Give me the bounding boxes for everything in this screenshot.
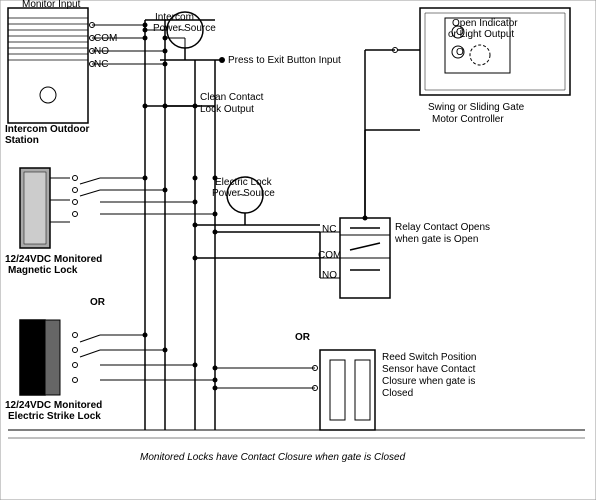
press-to-exit-label: Press to Exit Button Input (228, 55, 341, 66)
magnetic-lock-label: 12/24VDC Monitored (5, 254, 102, 265)
svg-text:Closure when gate is: Closure when gate is (382, 376, 475, 387)
svg-text:Station: Station (5, 135, 39, 146)
svg-text:Power Source: Power Source (212, 188, 275, 199)
svg-text:Electric Strike Lock: Electric Strike Lock (8, 411, 101, 422)
com-label: COM (318, 250, 341, 261)
open-indicator-label: Open Indicator (452, 18, 518, 29)
monitor-input-label: Monitor Input (22, 0, 81, 10)
svg-text:Closed: Closed (382, 388, 413, 399)
svg-text:when gate is Open: when gate is Open (394, 234, 478, 245)
svg-text:Motor Controller: Motor Controller (432, 114, 504, 125)
intercom-power-label: Intercom (155, 12, 194, 23)
svg-text:Magnetic Lock: Magnetic Lock (8, 265, 78, 276)
intercom-outdoor-label: Intercom Outdoor (5, 124, 90, 135)
svg-text:O: O (456, 47, 464, 58)
monitored-locks-label: Monitored Locks have Contact Closure whe… (140, 452, 406, 463)
svg-text:Power Source: Power Source (153, 23, 216, 34)
reed-switch-label: Reed Switch Position (382, 352, 477, 363)
or2-label: OR (295, 332, 311, 343)
svg-text:Sensor have Contact: Sensor have Contact (382, 364, 476, 375)
wiring-diagram: Monitor Input COM NO NC Intercom Outdoor… (0, 0, 596, 500)
electric-lock-label: Electric Lock (215, 177, 273, 188)
clean-contact-label: Clean Contact (200, 92, 264, 103)
swing-gate-label: Swing or Sliding Gate (428, 102, 525, 113)
or1-label: OR (90, 297, 106, 308)
nc-label: NC (322, 224, 336, 235)
electric-strike-label: 12/24VDC Monitored (5, 400, 102, 411)
relay-contact-label: Relay Contact Opens (395, 222, 490, 233)
no-label: NO (322, 270, 337, 281)
svg-text:or Light Output: or Light Output (448, 29, 514, 40)
